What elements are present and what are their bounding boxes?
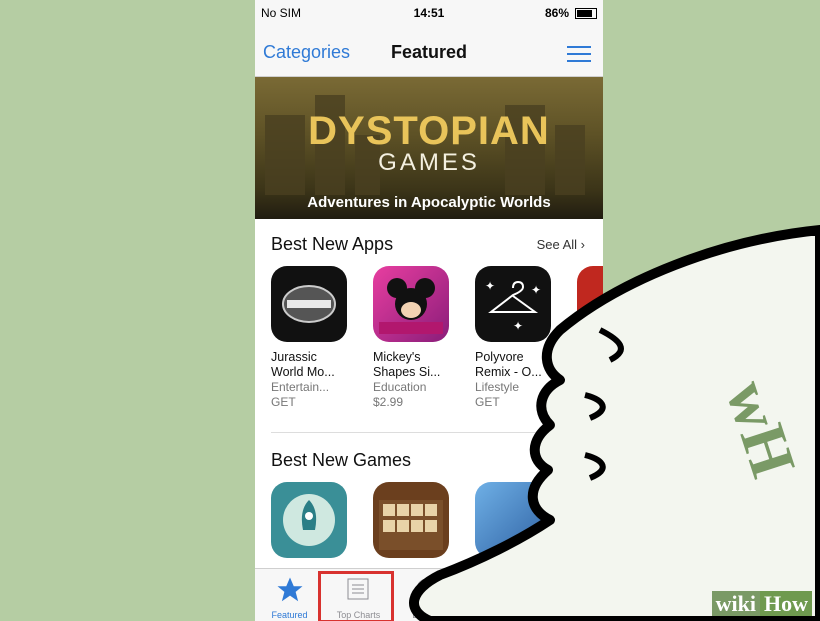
watermark-how: How — [760, 591, 812, 616]
nav-bar: Categories Featured — [255, 24, 603, 77]
app-name-line2: Remix - O... — [475, 365, 542, 379]
phone-screen: No SIM 14:51 86% Categories Featured DYS… — [255, 0, 603, 621]
section-title-best-new-apps: Best New Apps — [271, 234, 394, 254]
page-title: Featured — [390, 42, 468, 62]
app-category: Education — [373, 380, 427, 394]
star-icon — [277, 577, 303, 602]
tab-label: Explore — [412, 610, 443, 620]
banner-subtitle: GAMES — [378, 149, 480, 176]
tab-search[interactable]: Search — [462, 569, 531, 621]
app-item[interactable]: Mickey's Shapes Si... Education $2.99 — [373, 266, 463, 410]
svg-text:✦: ✦ — [485, 279, 495, 293]
wikihow-hand-logo: wH — [712, 372, 809, 485]
battery-icon — [575, 8, 597, 19]
tab-featured[interactable]: Featured — [255, 569, 324, 621]
svg-text:✦: ✦ — [513, 319, 523, 333]
app-name-line2: Run — [577, 365, 600, 379]
section-title-best-new-games: Best New Games — [271, 450, 412, 470]
tab-label: Search — [482, 610, 511, 620]
app-name-line1: Zom — [577, 350, 602, 364]
app-name-line2: World Mo... — [271, 365, 335, 379]
app-price: GET — [475, 395, 500, 409]
wikihow-watermark: wiki How — [711, 591, 812, 617]
see-all-link[interactable]: S — [554, 453, 563, 468]
banner-title: DYSTOPIAN — [308, 109, 550, 153]
search-icon — [486, 579, 506, 599]
top-charts-highlight — [318, 571, 394, 621]
app-item[interactable]: Zom Run GET — [577, 266, 603, 395]
polyvore-app-icon: ✦ ✦ ✦ — [475, 266, 551, 342]
game-item[interactable] — [475, 482, 565, 558]
word-game-icon — [373, 482, 449, 558]
jurassic-app-icon — [271, 266, 347, 342]
app-name-line2: Shapes Si... — [373, 365, 441, 379]
game-item[interactable] — [373, 482, 463, 558]
list-icon[interactable] — [567, 46, 591, 62]
app-price: GET — [271, 395, 296, 409]
tab-label: Updates — [548, 610, 583, 620]
tab-updates[interactable]: Updates — [531, 569, 600, 621]
tab-label: Featured — [271, 610, 308, 620]
section-divider — [271, 432, 603, 433]
robot-game-icon — [475, 482, 551, 558]
app-category: Entertain... — [271, 380, 330, 394]
tab-bar: Featured Top Charts Explore Search Updat… — [255, 568, 603, 621]
app-item[interactable]: ✦ ✦ ✦ Polyvore Remix - O... Lifestyle GET — [475, 266, 565, 410]
mickey-app-icon — [373, 266, 449, 342]
app-price: GET — [577, 380, 602, 394]
download-icon — [555, 579, 575, 599]
app-price: $2.99 — [373, 395, 404, 409]
app-category: Lifestyle — [475, 380, 520, 394]
app-name-line1: Jurassic — [271, 350, 317, 364]
rocket-game-icon — [271, 482, 347, 558]
app-name-line1: Polyvore — [475, 350, 524, 364]
battery-percent: 86% — [544, 6, 569, 20]
tab-explore[interactable]: Explore — [393, 569, 462, 621]
see-all-link[interactable]: See All › — [537, 237, 585, 252]
banner-tagline: Adventures in Apocalyptic Worlds — [307, 194, 551, 211]
watermark-wiki: wiki — [711, 591, 760, 616]
zombies-app-icon — [577, 266, 603, 342]
compass-icon — [416, 578, 438, 600]
status-bar: No SIM 14:51 86% — [255, 0, 603, 24]
featured-banner[interactable]: DYSTOPIAN GAMES Adventures in Apocalypti… — [255, 77, 603, 219]
app-item[interactable]: Jurassic World Mo... Entertain... GET — [271, 266, 361, 410]
app-name-line1: Mickey's — [373, 350, 421, 364]
svg-text:✦: ✦ — [531, 283, 541, 297]
game-item[interactable] — [271, 482, 361, 558]
